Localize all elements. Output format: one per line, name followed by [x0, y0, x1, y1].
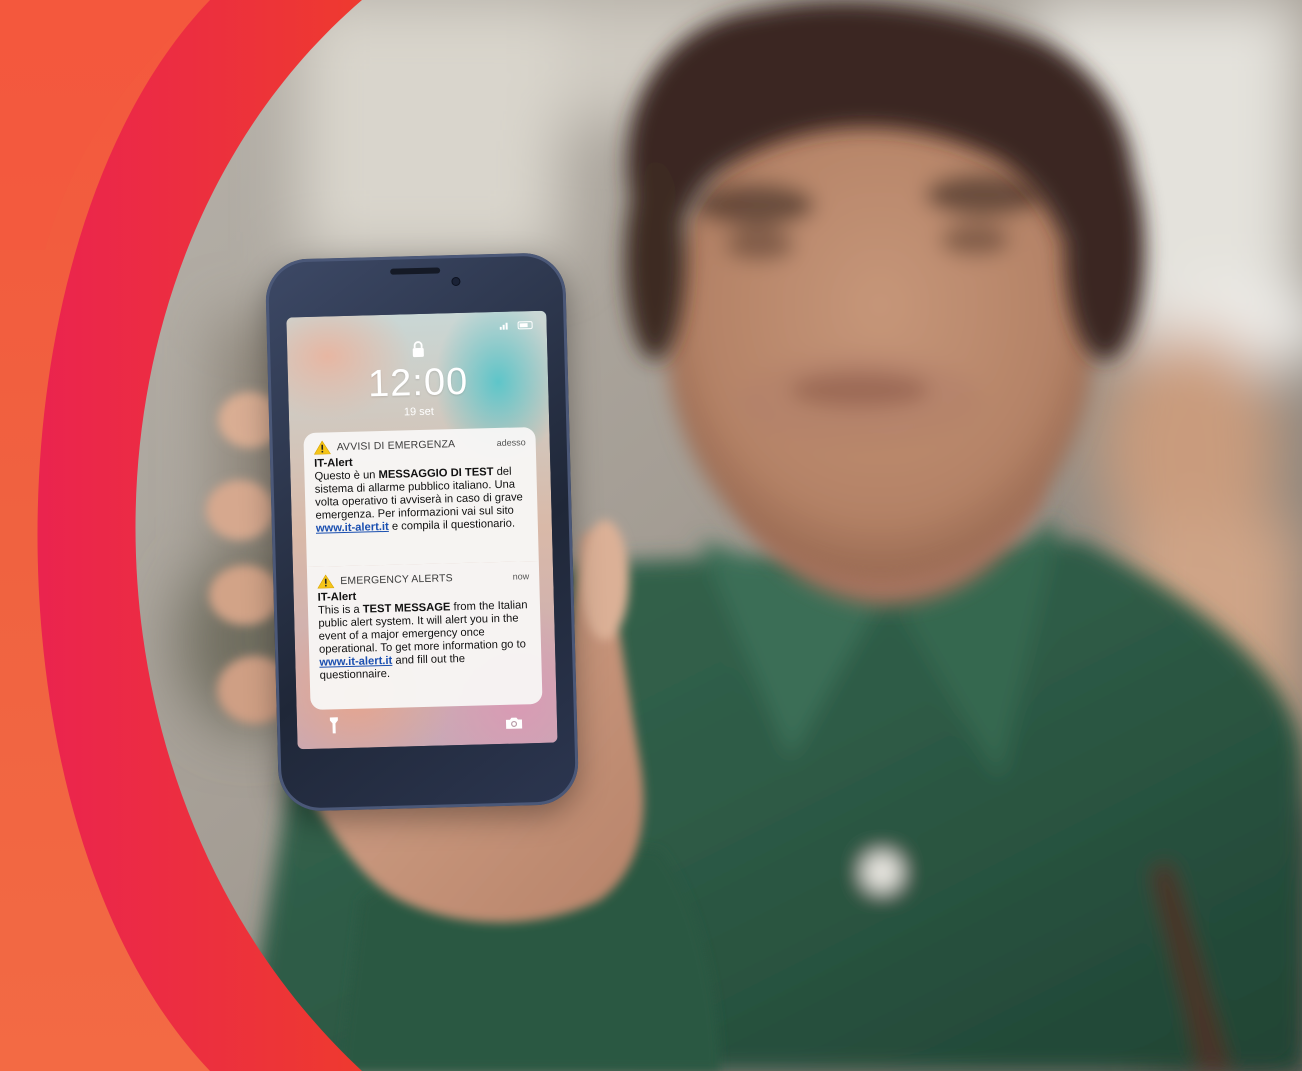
notification-english[interactable]: EMERGENCY ALERTS now IT-Alert This is a …: [306, 560, 543, 710]
notification-time: adesso: [496, 436, 526, 448]
status-bar: [499, 321, 533, 330]
photo-scene: 12:00 19 set AVVISI DI EMERGENZA adesso …: [0, 0, 1302, 1071]
alert-website-link[interactable]: www.it-alert.it: [316, 521, 389, 535]
smartphone: 12:00 19 set AVVISI DI EMERGENZA adesso …: [264, 252, 580, 812]
signal-icon: [499, 322, 508, 330]
notification-italian[interactable]: AVVISI DI EMERGENZA adesso IT-Alert Ques…: [303, 426, 539, 568]
notification-time: now: [512, 570, 530, 582]
warning-icon: [317, 574, 335, 589]
body-text: This is a: [317, 603, 363, 617]
flashlight-icon[interactable]: [329, 716, 339, 734]
battery-icon: [517, 321, 533, 330]
lock-screen: 12:00 19 set AVVISI DI EMERGENZA adesso …: [286, 310, 558, 750]
body-text: e compila il questionario.: [388, 517, 516, 533]
lock-icon: [412, 341, 424, 358]
notification-body: This is a TEST MESSAGE from the Italian …: [318, 599, 532, 683]
notification-body: Questo è un MESSAGGIO DI TEST del sistem…: [314, 465, 528, 536]
alert-website-link[interactable]: www.it-alert.it: [319, 655, 392, 669]
notification-app-label: EMERGENCY ALERTS: [340, 572, 453, 587]
camera-icon[interactable]: [505, 715, 523, 729]
warning-icon: [313, 440, 331, 455]
body-emphasis: TEST MESSAGE: [362, 601, 451, 616]
notification-app-label: AVVISI DI EMERGENZA: [336, 438, 456, 453]
lock-clock: 12:00: [367, 360, 469, 406]
body-text: Questo è un: [314, 469, 379, 483]
brand-arc: [0, 0, 362, 1071]
